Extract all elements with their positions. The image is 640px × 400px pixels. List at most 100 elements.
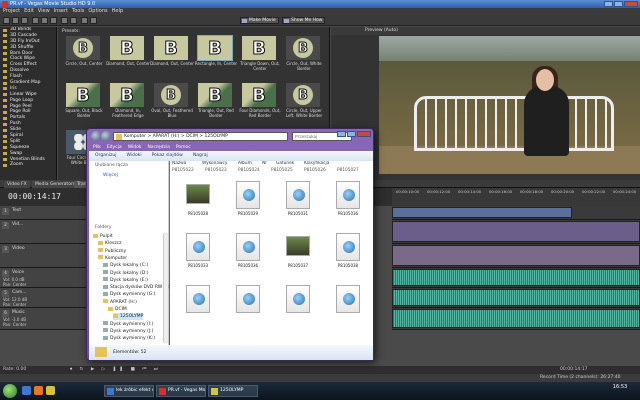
track-lane[interactable] [392,268,640,288]
file-name-label[interactable]: P8105026 [304,168,326,173]
folders-header[interactable]: Foldery [95,225,112,230]
transition-preset[interactable]: B Rectangle, In, Center [194,35,238,76]
timeline-ruler[interactable]: 00:00:10:00 00:00:12:00 00:00:14:00 00:00:1… [392,188,640,206]
transition-preset[interactable]: B Diamond, Out, Center [150,36,194,76]
file-item[interactable] [178,285,218,325]
new-project-icon[interactable] [3,17,10,24]
track-pan[interactable]: Pan: Center [3,282,26,287]
save-icon[interactable] [21,17,28,24]
tree-item[interactable]: Pulpit [93,233,113,240]
column-header[interactable]: Wykonawcy [202,161,227,166]
tab-media-generators[interactable]: Media Generators [32,181,79,188]
file-item[interactable]: P8105036 [328,181,368,221]
transition-preset[interactable]: B Triangle Down, Out, Center [238,36,282,76]
track-name[interactable]: Music [12,310,25,315]
forward-button[interactable] [101,131,111,141]
undo-icon[interactable] [61,17,68,24]
column-header[interactable]: Nazwa [172,161,186,166]
audio-clip[interactable] [392,269,640,286]
show-me-how-button[interactable]: Show Me How [282,17,326,24]
redo-icon[interactable] [70,17,77,24]
preview-quality-select[interactable]: Preview (Auto) [365,28,398,33]
track-name[interactable]: Text [12,208,21,213]
track-lane[interactable] [392,244,640,268]
menu-tools[interactable]: Tools [72,8,84,15]
track-pan[interactable]: Pan: Center [3,322,26,327]
video-clip[interactable] [392,221,640,242]
transition-preset[interactable]: B Triangle, Out, Red Border [194,83,238,123]
menu-insert[interactable]: Insert [54,8,68,15]
ex-maximize-button[interactable] [347,131,356,137]
tree-item[interactable]: Dysk wymienny (I:) [103,321,153,328]
tree-item[interactable]: Dysk wymienny (J:) [103,328,153,335]
transition-item[interactable]: Zoom [0,162,56,168]
track-lane[interactable] [392,288,640,308]
audio-clip[interactable] [392,309,640,328]
file-name-label[interactable]: P8105022 [172,168,194,173]
clock[interactable]: 16:53 [604,385,636,390]
transport-buttons[interactable]: ⏺ ↻ ▶ ▷ ❚❚ ■ ⏮ ⏭ [70,366,161,374]
menu-plik[interactable]: Plik [93,144,101,151]
file-name-label[interactable]: P8105025 [271,168,293,173]
tree-item[interactable]: Komputer [98,255,127,262]
envelope-tool-icon[interactable] [90,17,97,24]
menu-widok[interactable]: Widok [128,144,142,151]
track-header[interactable]: 3 Video [0,244,100,268]
file-item[interactable]: P8105031 [278,181,318,221]
minimize-button[interactable] [604,1,613,7]
transition-preset[interactable]: B Diamond, Out, Center [106,36,150,76]
file-item[interactable] [228,285,268,325]
column-header[interactable]: Gatunek [276,161,294,166]
file-item[interactable] [328,285,368,325]
file-name-label[interactable]: P8105027 [337,168,359,173]
tree-item[interactable]: Dysk lokalny (C:) [103,262,148,269]
track-lane[interactable] [392,220,640,244]
tree-item[interactable]: Dysk wymienny (K:) [103,335,155,342]
tree-item[interactable]: Stacja dysków DVD RW (F:) [103,284,171,291]
tree-item[interactable]: DCIM [108,306,127,313]
transition-preset[interactable]: B Four Diamonds, Out, Red Border [238,83,282,123]
track-header[interactable]: 5 Cam... Vol: 12.0 dB Pan: Center [0,288,100,308]
menu-project[interactable]: Project [3,8,20,15]
file-name-label[interactable]: P8105023 [205,168,227,173]
ex-close-button[interactable] [357,131,371,137]
make-movie-button[interactable]: Make Movie [240,17,279,24]
ie-icon[interactable] [22,386,31,395]
file-item[interactable]: P8105038 [328,233,368,273]
track-name[interactable]: Vid... [12,222,23,227]
video-clip[interactable] [392,207,572,218]
tree-item[interactable]: Kleszcz [98,240,122,247]
file-item[interactable]: P8105037 [278,233,318,273]
ex-minimize-button[interactable] [337,131,346,137]
video-clip[interactable] [392,245,640,266]
track-header[interactable]: 4 Voice Vol: 0.0 dB Pan: Center [0,268,100,288]
track-header[interactable]: 6 Music Vol: -3.0 dB Pan: Center [0,308,100,330]
file-item[interactable]: P8105028 [178,181,218,221]
menu-narzedzia[interactable]: Narzędzia [148,144,170,151]
track-lane[interactable] [392,206,640,220]
transition-preset[interactable]: B Square, Out, Black Border [62,83,106,123]
back-button[interactable] [91,131,101,141]
menu-pomoc[interactable]: Pomoc [176,144,191,151]
more-link[interactable]: Więcej [103,173,118,178]
views-button[interactable]: Widoki [127,151,142,161]
paste-icon[interactable] [50,17,57,24]
taskbar-button[interactable]: PR.vf - Vegas Movie... [156,385,206,397]
taskbar-button[interactable]: lek żróbic efekt co2... [104,385,154,397]
menu-edycja[interactable]: Edycja [107,144,122,151]
menu-options[interactable]: Options [88,8,107,15]
burn-button[interactable]: Nagraj [193,151,208,161]
track-name[interactable]: Voice [12,270,24,275]
file-item[interactable]: P8105036 [228,233,268,273]
start-button[interactable] [3,384,17,398]
taskbar-button[interactable]: 125OLYMP [208,385,258,397]
file-item[interactable]: P8105033 [178,233,218,273]
transition-preset[interactable]: B Diamond, In, Feathered Edge [106,83,150,123]
column-header[interactable]: Nr [262,161,267,166]
track-header[interactable]: 2 Vid... [0,220,100,244]
cut-icon[interactable] [32,17,39,24]
tree-scrollbar[interactable] [163,233,168,343]
open-icon[interactable] [12,17,19,24]
tree-item[interactable]: Dysk wymienny (G:) [103,291,156,298]
transition-preset[interactable]: B Circle, Out, White Border [282,36,326,76]
